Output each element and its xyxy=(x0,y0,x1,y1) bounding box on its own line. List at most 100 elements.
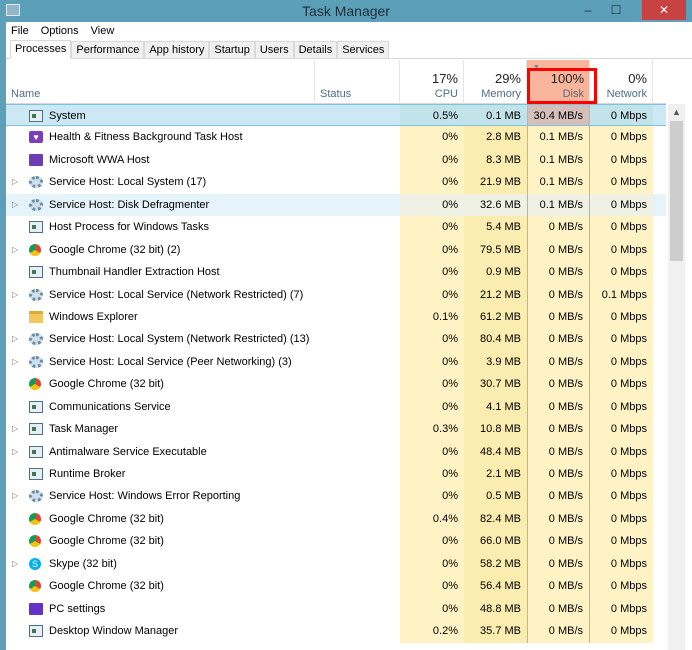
cpu-value: 0% xyxy=(400,373,464,396)
process-name: Google Chrome (32 bit) xyxy=(49,378,164,391)
process-name: Google Chrome (32 bit) (2) xyxy=(49,243,181,256)
process-name: Communications Service xyxy=(49,400,171,413)
process-name: Skype (32 bit) xyxy=(49,557,117,570)
table-row[interactable]: ▷ Task Manager 0.3% 10.8 MB 0 MB/s 0 Mbps xyxy=(6,418,666,441)
cpu-value: 0% xyxy=(400,597,464,621)
menu-bar: File Options View xyxy=(6,22,692,39)
cpu-value: 0% xyxy=(400,440,464,463)
tab-users[interactable]: Users xyxy=(254,41,294,59)
process-name: Google Chrome (32 bit) xyxy=(49,580,164,593)
network-value: 0 Mbps xyxy=(590,418,653,441)
table-row[interactable]: Google Chrome (32 bit) 0% 66.0 MB 0 MB/s 0 M… xyxy=(6,530,666,553)
scroll-up-icon[interactable]: ▲ xyxy=(668,104,685,121)
tab-startup[interactable]: Startup xyxy=(209,41,255,59)
network-value: 0 Mbps xyxy=(590,463,653,486)
column-header-status[interactable]: Status xyxy=(315,60,400,104)
expand-chevron-icon[interactable]: ▷ xyxy=(12,351,18,373)
disk-value: 0 MB/s xyxy=(527,575,590,598)
table-row[interactable]: PC settings 0% 48.8 MB 0 MB/s 0 Mbps xyxy=(6,597,666,621)
network-value: 0 Mbps xyxy=(590,193,653,217)
tab-services[interactable]: Services xyxy=(337,41,390,59)
cpu-value: 0% xyxy=(400,148,464,172)
process-name: Service Host: Disk Defragmenter xyxy=(49,198,210,211)
process-name: Thumbnail Handler Extraction Host xyxy=(49,266,220,279)
cpu-value: 0% xyxy=(400,126,464,149)
vertical-scrollbar[interactable]: ▲ xyxy=(668,104,685,650)
heart-icon: ♥ xyxy=(29,131,43,144)
table-row[interactable]: ▷ Service Host: Local Service (Peer Netwo… xyxy=(6,350,666,374)
menu-file[interactable]: File xyxy=(11,25,29,37)
window-icon xyxy=(29,625,43,638)
table-row[interactable]: Google Chrome (32 bit) 0% 56.4 MB 0 MB/s 0 M… xyxy=(6,575,666,598)
tab-details[interactable]: Details xyxy=(293,41,338,59)
tab-app-history[interactable]: App history xyxy=(144,41,210,59)
memory-value: 56.4 MB xyxy=(464,575,527,598)
table-row[interactable]: ▷ Antimalware Service Executable 0% 48.4 MB… xyxy=(6,440,666,463)
menu-view[interactable]: View xyxy=(91,25,115,37)
table-row[interactable]: Thumbnail Handler Extraction Host 0% 0.9 M… xyxy=(6,261,666,284)
table-row[interactable]: ▷ Service Host: Local System (17) 0% 21.9 M… xyxy=(6,171,666,194)
cpu-value: 0% xyxy=(400,328,464,351)
expand-chevron-icon[interactable]: ▷ xyxy=(12,328,18,350)
tab-processes[interactable]: Processes xyxy=(10,40,72,59)
table-row[interactable]: System 0.5% 0.1 MB 30.4 MB/s 0 Mbps xyxy=(6,104,666,127)
gear-icon xyxy=(29,288,43,301)
table-row[interactable]: Host Process for Windows Tasks 0% 5.4 MB 0 … xyxy=(6,216,666,239)
table-row[interactable]: Communications Service 0% 4.1 MB 0 MB/s 0 Mb… xyxy=(6,395,666,419)
memory-value: 35.7 MB xyxy=(464,620,527,643)
table-row[interactable]: Runtime Broker 0% 2.1 MB 0 MB/s 0 Mbps xyxy=(6,463,666,486)
table-row[interactable]: ▷ Service Host: Disk Defragmenter 0% 32.6 M… xyxy=(6,193,666,217)
table-row[interactable]: ▷ S Skype (32 bit) 0% 58.2 MB 0 MB/s 0 Mbps xyxy=(6,552,666,576)
table-row[interactable]: ▷ Service Host: Local Service (Network Re… xyxy=(6,283,666,306)
process-name: Windows Explorer xyxy=(49,310,138,323)
tab-performance[interactable]: Performance xyxy=(71,41,145,59)
window-icon xyxy=(29,400,43,413)
process-name: Host Process for Windows Tasks xyxy=(49,221,209,234)
table-row[interactable]: ▷ Service Host: Windows Error Reporting 0%… xyxy=(6,485,666,508)
expand-chevron-icon[interactable]: ▷ xyxy=(12,485,18,507)
network-value: 0 Mbps xyxy=(590,126,653,149)
chrome-icon xyxy=(29,512,41,525)
process-name: Service Host: Local Service (Peer Networ… xyxy=(49,355,292,368)
disk-value: 0.1 MB/s xyxy=(527,171,590,194)
menu-options[interactable]: Options xyxy=(41,25,79,37)
table-row[interactable]: Google Chrome (32 bit) 0% 30.7 MB 0 MB/s 0 M… xyxy=(6,373,666,396)
expand-chevron-icon[interactable]: ▷ xyxy=(12,441,18,463)
expand-chevron-icon[interactable]: ▷ xyxy=(12,194,18,216)
table-row[interactable]: Google Chrome (32 bit) 0.4% 82.4 MB 0 MB/s 0… xyxy=(6,507,666,531)
column-header-cpu[interactable]: 17% CPU xyxy=(400,60,464,104)
table-row[interactable]: Windows Explorer 0.1% 61.2 MB 0 MB/s 0 Mbps xyxy=(6,305,666,329)
process-table: Name Status 17% CPU 29% Memory ▼ 100% Disk 0… xyxy=(6,60,692,650)
expand-chevron-icon[interactable]: ▷ xyxy=(12,171,18,193)
disk-value: 0 MB/s xyxy=(527,620,590,643)
network-value: 0 Mbps xyxy=(590,507,653,531)
disk-value: 0.1 MB/s xyxy=(527,193,590,217)
network-value: 0 Mbps xyxy=(590,597,653,621)
column-header-memory[interactable]: 29% Memory xyxy=(464,60,527,104)
app-icon xyxy=(29,153,43,166)
scrollbar-thumb[interactable] xyxy=(670,121,683,261)
table-row[interactable]: ♥ Health & Fitness Background Task Host 0%… xyxy=(6,126,666,149)
table-row[interactable]: ▷ Service Host: Local System (Network Res… xyxy=(6,328,666,351)
column-header-network[interactable]: 0% Network xyxy=(590,60,653,104)
expand-chevron-icon[interactable]: ▷ xyxy=(12,239,18,261)
process-name: Service Host: Local System (17) xyxy=(49,176,207,189)
expand-chevron-icon[interactable]: ▷ xyxy=(12,553,18,575)
table-row[interactable]: Microsoft WWA Host 0% 8.3 MB 0.1 MB/s 0 Mbps xyxy=(6,148,666,172)
expand-chevron-icon[interactable]: ▷ xyxy=(12,418,18,440)
memory-value: 2.1 MB xyxy=(464,463,527,486)
table-row[interactable]: ▷ Google Chrome (32 bit) (2) 0% 79.5 MB 0 MB… xyxy=(6,238,666,262)
process-name: Service Host: Local System (Network Rest… xyxy=(49,333,310,346)
network-value: 0 Mbps xyxy=(590,261,653,284)
disk-value: 0.1 MB/s xyxy=(527,148,590,172)
maximize-button[interactable]: ☐ xyxy=(602,0,630,20)
close-button[interactable]: ✕ xyxy=(642,0,686,20)
memory-value: 10.8 MB xyxy=(464,418,527,441)
disk-value: 0 MB/s xyxy=(527,418,590,441)
expand-chevron-icon[interactable]: ▷ xyxy=(12,284,18,306)
cpu-value: 0.3% xyxy=(400,418,464,441)
column-header-name[interactable]: Name xyxy=(6,60,315,104)
table-row[interactable]: Desktop Window Manager 0.2% 35.7 MB 0 MB/s 0… xyxy=(6,620,666,643)
memory-value: 2.8 MB xyxy=(464,126,527,149)
minimize-button[interactable]: ‒ xyxy=(574,0,602,20)
